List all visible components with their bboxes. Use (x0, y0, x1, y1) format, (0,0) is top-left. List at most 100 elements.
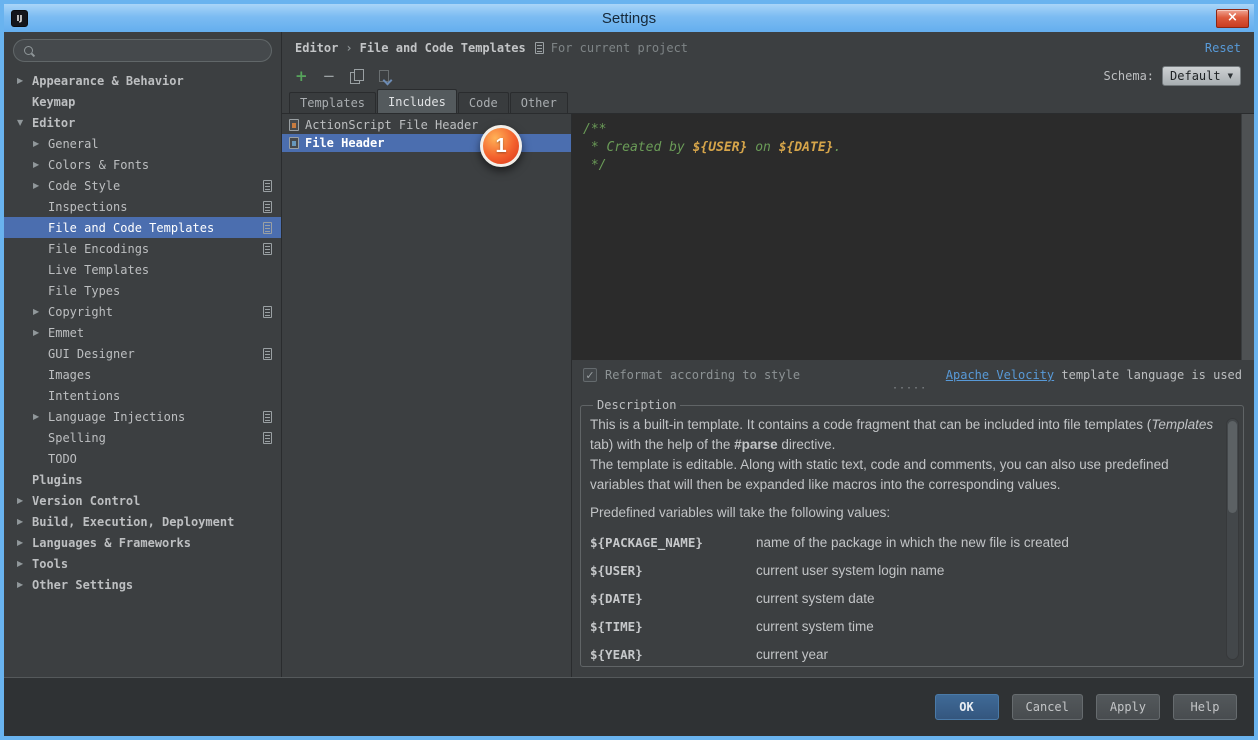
sidebar-item-editor-copyright[interactable]: ▶ Copyright (4, 301, 281, 322)
sidebar-item-label: Colors & Fonts (48, 157, 150, 172)
sidebar-item-label: Intentions (48, 388, 121, 403)
chevron-down-icon[interactable]: ▼ (17, 118, 32, 127)
description-area: Description This is a built-in template.… (572, 390, 1254, 677)
sidebar-item-build-execution-deployment[interactable]: ▶ Build, Execution, Deployment (4, 511, 281, 532)
chevron-right-icon[interactable]: ▶ (33, 412, 48, 421)
description-text: This is a built-in template. It contains… (590, 415, 1217, 669)
sidebar-item-label: Images (48, 367, 92, 382)
reset-to-default-button[interactable] (379, 70, 390, 82)
sidebar-item-editor[interactable]: ▼ Editor (4, 112, 281, 133)
variable-name: ${TIME} (590, 619, 643, 635)
chevron-right-icon[interactable]: ▶ (17, 538, 32, 547)
splitter-grip-icon[interactable]: ····· (892, 384, 927, 394)
code-line: */ (583, 157, 1228, 175)
chevron-right-icon[interactable]: ▶ (17, 76, 32, 85)
sidebar-item-editor-emmet[interactable]: ▶ Emmet (4, 322, 281, 343)
sidebar-item-editor-file-encodings[interactable]: File Encodings (4, 238, 281, 259)
tab-includes[interactable]: Includes (377, 89, 457, 113)
description-text-run: This is a built-in template. It contains… (590, 417, 1152, 432)
dialog-footer: OK Cancel Apply Help (4, 677, 1254, 736)
help-button[interactable]: Help (1173, 694, 1237, 720)
variable-row: ${PACKAGE_NAME} name of the package in wh… (590, 529, 1217, 557)
close-button[interactable]: × (1216, 8, 1249, 28)
tab-other[interactable]: Other (509, 92, 568, 113)
search-icon (23, 45, 35, 57)
sidebar-item-label: Inspections (48, 199, 128, 214)
settings-content: Editor › File and Code Templates For cur… (282, 32, 1254, 677)
tab-code[interactable]: Code (457, 92, 509, 113)
per-project-icon (263, 200, 272, 213)
sidebar-item-editor-todo[interactable]: TODO (4, 448, 281, 469)
description-text-run: tab) with the help of the (590, 436, 735, 452)
sidebar-item-editor-file-types[interactable]: File Types (4, 280, 281, 301)
sidebar-item-label: Live Templates (48, 262, 150, 277)
editor-scrollbar[interactable] (1241, 114, 1254, 360)
code-line: /** (583, 121, 1228, 139)
chevron-right-icon[interactable]: ▶ (33, 139, 48, 148)
tab-templates[interactable]: Templates (289, 92, 377, 113)
breadcrumb-section[interactable]: Editor (295, 41, 338, 55)
apply-button[interactable]: Apply (1095, 694, 1160, 720)
sidebar-item-editor-code-style[interactable]: ▶ Code Style (4, 175, 281, 196)
remove-template-button[interactable]: − (323, 68, 336, 84)
sidebar-item-keymap[interactable]: Keymap (4, 91, 281, 112)
schema-select[interactable]: Default ▼ (1162, 66, 1241, 86)
sidebar-item-editor-intentions[interactable]: Intentions (4, 385, 281, 406)
sidebar-item-editor-live-templates[interactable]: Live Templates (4, 259, 281, 280)
description-scrollbar[interactable] (1226, 418, 1239, 660)
page-header: Editor › File and Code Templates For cur… (282, 32, 1254, 63)
apache-velocity-link[interactable]: Apache Velocity (946, 368, 1054, 382)
sidebar-item-other-settings[interactable]: ▶ Other Settings (4, 574, 281, 595)
window-title: Settings (601, 9, 657, 27)
description-text-run: directive. (777, 436, 836, 452)
sidebar-item-editor-file-and-code-templates[interactable]: File and Code Templates (4, 217, 281, 238)
chevron-right-icon[interactable]: ▶ (33, 160, 48, 169)
sidebar-item-plugins[interactable]: Plugins (4, 469, 281, 490)
code-comment: . (833, 140, 842, 155)
cancel-button[interactable]: Cancel (1011, 694, 1083, 720)
sidebar-item-editor-language-injections[interactable]: ▶ Language Injections (4, 406, 281, 427)
chevron-right-icon[interactable]: ▶ (17, 559, 32, 568)
includes-list: ActionScript File Header File Header 1 (282, 114, 572, 677)
reformat-checkbox[interactable]: ✓ (583, 368, 597, 382)
list-item-file-header[interactable]: File Header (282, 134, 571, 152)
scrollbar-thumb[interactable] (1228, 421, 1237, 513)
sidebar-item-editor-general[interactable]: ▶ General (4, 133, 281, 154)
description-italic-run: Templates (1151, 417, 1214, 432)
sidebar-item-editor-images[interactable]: Images (4, 364, 281, 385)
sidebar-item-label: Spelling (48, 430, 106, 445)
description-paragraph: Predefined variables will take the follo… (590, 505, 891, 521)
description-paragraph: The template is editable. Along with sta… (590, 457, 1169, 492)
ok-button[interactable]: OK (934, 694, 999, 720)
sidebar-item-appearance-behavior[interactable]: ▶ Appearance & Behavior (4, 70, 281, 91)
list-item-label: ActionScript File Header (305, 118, 479, 132)
scope-note: For current project (550, 40, 689, 55)
sidebar-item-tools[interactable]: ▶ Tools (4, 553, 281, 574)
list-item-actionscript-file-header[interactable]: ActionScript File Header (282, 116, 571, 134)
copy-template-button[interactable] (350, 69, 365, 84)
add-template-button[interactable]: + (295, 68, 308, 84)
search-box[interactable] (13, 39, 272, 62)
sidebar-item-editor-spelling[interactable]: Spelling (4, 427, 281, 448)
variable-row: ${DATE} current system date (590, 585, 1217, 613)
titlebar[interactable]: IJ Settings × (4, 4, 1254, 32)
sidebar-item-version-control[interactable]: ▶ Version Control (4, 490, 281, 511)
sidebar-item-label: General (48, 136, 99, 151)
sidebar-item-label: File Types (48, 283, 121, 298)
sidebar-item-editor-colors-fonts[interactable]: ▶ Colors & Fonts (4, 154, 281, 175)
sidebar-item-languages-frameworks[interactable]: ▶ Languages & Frameworks (4, 532, 281, 553)
schema-value: Default (1170, 69, 1221, 83)
template-editor[interactable]: /** * Created by ${USER} on ${DATE}. */ (572, 114, 1254, 360)
sidebar-item-editor-inspections[interactable]: Inspections (4, 196, 281, 217)
sidebar-item-editor-gui-designer[interactable]: GUI Designer (4, 343, 281, 364)
chevron-right-icon[interactable]: ▶ (17, 580, 32, 589)
reset-link[interactable]: Reset (1205, 41, 1241, 55)
settings-search-input[interactable] (41, 43, 262, 58)
chevron-right-icon[interactable]: ▶ (33, 307, 48, 316)
chevron-right-icon[interactable]: ▶ (33, 328, 48, 337)
chevron-right-icon[interactable]: ▶ (17, 496, 32, 505)
chevron-right-icon[interactable]: ▶ (17, 517, 32, 526)
chevron-right-icon[interactable]: ▶ (33, 181, 48, 190)
sidebar-item-label: Other Settings (32, 577, 134, 592)
description-panel-title: Description (597, 398, 677, 412)
